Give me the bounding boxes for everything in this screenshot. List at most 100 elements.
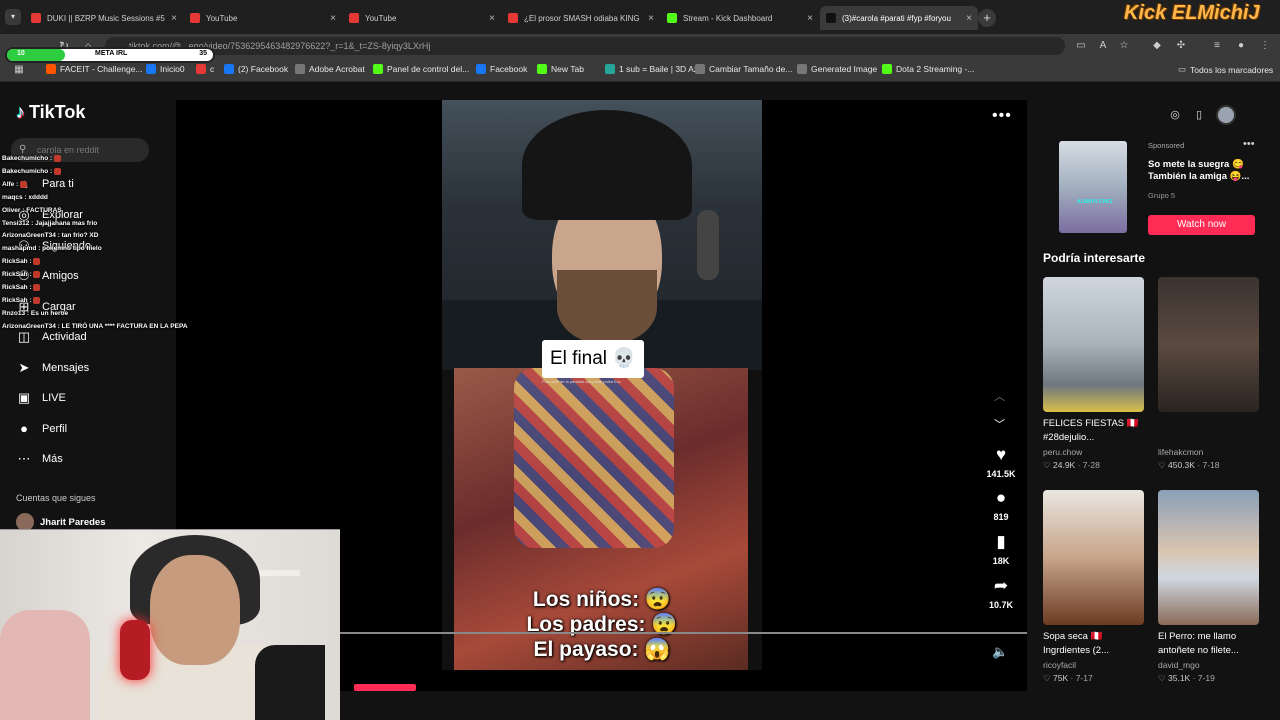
bookmark-item[interactable]: Adobe Acrobat <box>295 64 365 74</box>
close-tab-icon[interactable]: × <box>330 13 336 24</box>
card-author[interactable]: david_mgo <box>1158 660 1260 670</box>
meta-irl-label: META IRL <box>95 50 128 57</box>
profile-icon: ● <box>20 421 28 436</box>
tab-2[interactable]: YouTube × <box>343 6 501 30</box>
close-tab-icon[interactable]: × <box>489 13 495 24</box>
previous-video-icon[interactable]: ︿ <box>994 388 1005 404</box>
chat-username: mashapmd <box>2 245 37 253</box>
tab-0[interactable]: DUKI || BZRP Music Sessions #5 × <box>25 6 183 30</box>
suggested-video-card[interactable]: Sopa seca 🇵🇪 Ingrdientes (2... ricoyfacil… <box>1043 490 1145 684</box>
header-actions: ◎ ▯ <box>1168 105 1236 125</box>
suggested-video-card[interactable]: El Perro: me llamo antoñete no filete...… <box>1158 490 1260 684</box>
bookmark-label: Facebook <box>490 64 528 74</box>
bookmark-item[interactable]: New Tab <box>537 64 584 74</box>
next-video-icon[interactable]: ﹀ <box>994 416 1005 432</box>
apps-grid-icon[interactable]: ▦ <box>12 63 26 77</box>
webcam-chair <box>0 610 90 720</box>
cast-icon[interactable]: ▭ <box>1074 39 1088 53</box>
ad-thumbnail[interactable]: ALWAYS CHEZ <box>1059 141 1127 233</box>
close-tab-icon[interactable]: × <box>171 13 177 24</box>
extension-icon[interactable]: ◆ <box>1150 39 1164 53</box>
share-button[interactable]: ➦ 10.7K <box>980 576 1022 610</box>
bookmark-item[interactable]: c <box>196 64 214 74</box>
video-thumbnail[interactable] <box>1043 490 1144 625</box>
nav-item[interactable]: ▣ LIVE <box>16 390 66 406</box>
card-title <box>1158 417 1260 445</box>
volume-icon[interactable]: 🔈 <box>992 644 1008 660</box>
folder-icon: ▭ <box>1178 64 1187 74</box>
bookmark-item[interactable]: Inicio0 <box>146 64 185 74</box>
chat-username: RickSah <box>2 296 28 304</box>
tab-3[interactable]: ¿El prosor SMASH odiaba KING × <box>502 6 660 30</box>
close-tab-icon[interactable]: × <box>807 13 813 24</box>
bookmark-item[interactable]: Facebook <box>476 64 527 74</box>
chat-text: xdddd <box>28 193 48 201</box>
new-tab-button[interactable]: + <box>978 9 996 27</box>
bookmark-item[interactable]: (2) Facebook <box>224 64 288 74</box>
chat-text: LE TIRÓ UNA **** FACTURA EN LA PEPA <box>61 322 188 330</box>
user-avatar[interactable] <box>1216 105 1236 125</box>
nav-item[interactable]: ● Perfil <box>16 421 67 436</box>
media-icon[interactable]: ≡ <box>1210 39 1224 53</box>
watch-now-button[interactable]: Watch now <box>1148 215 1255 235</box>
tab-title: Stream - Kick Dashboard <box>683 13 773 23</box>
nav-item[interactable]: ⋯ Más <box>16 451 63 467</box>
card-author[interactable]: peru.chow <box>1043 447 1145 457</box>
suggested-video-card[interactable]: lifehakcmon ♡ 450.3K · 7-18 <box>1158 277 1260 471</box>
like-button[interactable]: ♥ 141.5K <box>980 445 1022 479</box>
more-icon: ⋯ <box>17 451 31 466</box>
tab-1[interactable]: YouTube × <box>184 6 342 30</box>
tiktok-logo[interactable]: ♪ TikTok <box>16 102 85 123</box>
bookmark-item[interactable]: Generated Image <box>797 64 877 74</box>
video-cap <box>522 110 692 220</box>
bookmark-favicon-icon <box>146 64 156 74</box>
tab-search-button[interactable]: ▾ <box>5 9 21 25</box>
profile-avatar-icon[interactable]: ● <box>1234 39 1248 53</box>
save-button[interactable]: ▮ 18K <box>980 532 1022 566</box>
sponsored-ad[interactable]: ALWAYS CHEZ Sponsored ••• So mete la sue… <box>1043 137 1258 237</box>
card-author[interactable]: lifehakcmon <box>1158 447 1260 457</box>
bookmark-item[interactable]: Cambiar Tamaño de... <box>695 64 792 74</box>
bookmark-item[interactable]: Panel de control del... <box>373 64 469 74</box>
comment-button[interactable]: ● 819 <box>980 488 1022 522</box>
card-likes: 450.3K <box>1168 460 1195 470</box>
tab-5[interactable]: (3)#carola #parati #fyp #foryou × <box>820 6 978 30</box>
video-thumbnail[interactable] <box>1158 490 1259 625</box>
chat-username: RickSah <box>2 284 28 292</box>
video-progress-fill[interactable] <box>354 684 416 691</box>
more-options-icon[interactable]: ••• <box>992 107 1012 125</box>
bookmark-favicon-icon <box>476 64 486 74</box>
tab-4[interactable]: Stream - Kick Dashboard × <box>661 6 819 30</box>
all-bookmarks-folder[interactable]: ▭ Todos los marcadores <box>1178 64 1273 75</box>
card-author[interactable]: ricoyfacil <box>1043 660 1145 670</box>
bookmark-item[interactable]: Dota 2 Streaming -... <box>882 64 974 74</box>
bookmark-label: 1 sub = Baile | 3D Az... <box>619 64 706 74</box>
chat-message: Tensi312 : Jajajjahana mas frio <box>2 219 98 227</box>
bookmark-item[interactable]: 1 sub = Baile | 3D Az... <box>605 64 705 74</box>
ad-more-icon[interactable]: ••• <box>1243 138 1255 150</box>
bookmark-label: (2) Facebook <box>238 64 289 74</box>
bookmark-star-icon[interactable]: ☆ <box>1117 39 1131 53</box>
nav-item[interactable]: ➤ Mensajes <box>16 360 90 376</box>
video-thumbnail[interactable] <box>1043 277 1144 412</box>
bookmark-favicon-icon <box>695 64 705 74</box>
video-thumbnail[interactable] <box>1158 277 1259 412</box>
bookmark-icon: ▮ <box>996 532 1006 551</box>
chat-message: Rnzo13 : Es un heroe <box>2 309 69 317</box>
tab-favicon-icon <box>190 13 200 23</box>
bookmark-item[interactable]: FACEIT - Challenge... <box>46 64 143 74</box>
bookmark-favicon-icon <box>196 64 206 74</box>
close-tab-icon[interactable]: × <box>966 13 972 24</box>
translate-icon[interactable]: A <box>1096 39 1110 53</box>
coin-icon[interactable]: ◎ <box>1168 108 1182 122</box>
save-count: 18K <box>992 556 1010 566</box>
video-player[interactable]: El final 💀 Para salir de la pantalla com… <box>442 100 762 670</box>
menu-dots-icon[interactable]: ⋮ <box>1258 39 1272 53</box>
device-icon[interactable]: ▯ <box>1192 108 1206 122</box>
suggested-video-card[interactable]: FELICES FIESTAS 🇵🇪 #28dejulio... peru.cho… <box>1043 277 1145 471</box>
chat-text: Es un heroe <box>30 309 69 317</box>
url-input[interactable]: tiktok.com/@...ego/video/753629546348297… <box>105 37 1065 55</box>
close-tab-icon[interactable]: × <box>648 13 654 24</box>
video-progress-track[interactable] <box>340 632 1027 634</box>
puzzle-icon[interactable]: ✣ <box>1174 39 1188 53</box>
